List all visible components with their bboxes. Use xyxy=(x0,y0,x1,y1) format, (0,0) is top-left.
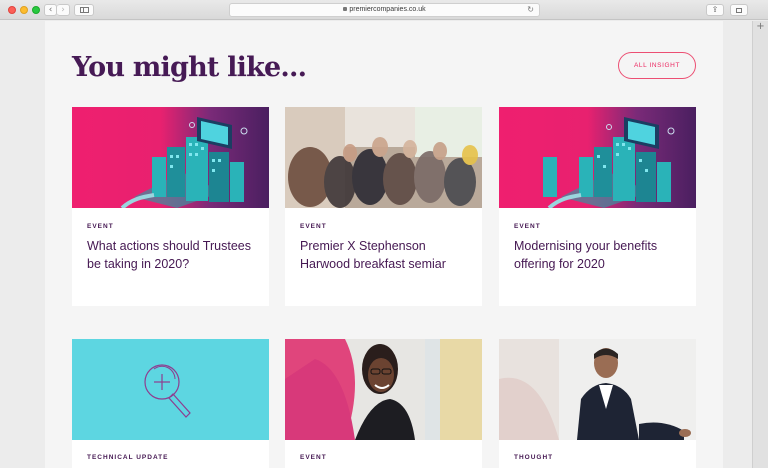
forward-button[interactable]: › xyxy=(57,4,70,16)
chevron-left-icon: ‹ xyxy=(48,5,53,15)
minimize-window-button[interactable] xyxy=(20,6,28,14)
isometric-city-illustration xyxy=(72,107,269,208)
insight-card[interactable]: EVENT What actions should Trustees be ta… xyxy=(72,107,269,306)
insight-card[interactable]: TECHNICAL UPDATE xyxy=(72,339,269,468)
magnifier-plus-icon xyxy=(72,339,269,440)
browser-toolbar: ‹ › premiercompanies.co.uk ↻ ⇪ xyxy=(0,0,768,20)
card-category: EVENT xyxy=(300,454,327,461)
card-category: EVENT xyxy=(514,223,541,230)
card-title[interactable]: Modernising your benefits offering for 2… xyxy=(514,237,689,273)
insight-card[interactable]: THOUGHT xyxy=(499,339,696,468)
insight-card[interactable]: EVENT Modernising your benefits offering… xyxy=(499,107,696,306)
insight-card[interactable]: EVENT Premier X Stephenson Harwood break… xyxy=(285,107,482,306)
close-window-button[interactable] xyxy=(8,6,16,14)
lock-icon xyxy=(343,7,348,11)
back-button[interactable]: ‹ xyxy=(44,4,57,16)
smiling-woman-photo xyxy=(285,339,482,440)
insight-card[interactable]: EVENT xyxy=(285,339,482,468)
sidebar-toggle-button[interactable] xyxy=(74,4,94,16)
reload-icon[interactable]: ↻ xyxy=(527,4,534,16)
page-content: You might like... ALL INSIGHT EVENT What… xyxy=(45,21,723,468)
share-icon: ⇪ xyxy=(711,5,719,14)
isometric-city-illustration xyxy=(499,107,696,208)
card-category: TECHNICAL UPDATE xyxy=(87,454,169,461)
tabs-icon xyxy=(736,8,742,13)
card-category: EVENT xyxy=(87,223,114,230)
card-category: EVENT xyxy=(300,223,327,230)
zoom-window-button[interactable] xyxy=(32,6,40,14)
card-title[interactable]: Premier X Stephenson Harwood breakfast s… xyxy=(300,237,475,273)
businessman-photo xyxy=(499,339,696,440)
sidebar-icon xyxy=(80,7,89,13)
new-tab-button[interactable]: + xyxy=(752,21,768,468)
card-category: THOUGHT xyxy=(514,454,554,461)
show-tabs-button[interactable] xyxy=(730,4,748,16)
chevron-right-icon: › xyxy=(61,5,65,15)
card-title[interactable]: What actions should Trustees be taking i… xyxy=(87,237,262,273)
page-title: You might like... xyxy=(72,52,307,83)
plus-icon: + xyxy=(756,21,765,32)
address-bar[interactable]: premiercompanies.co.uk ↻ xyxy=(229,3,540,17)
all-insight-button[interactable]: ALL INSIGHT xyxy=(618,52,696,79)
url-text: premiercompanies.co.uk xyxy=(349,6,426,13)
seminar-audience-photo xyxy=(285,107,482,208)
share-button[interactable]: ⇪ xyxy=(706,4,724,16)
